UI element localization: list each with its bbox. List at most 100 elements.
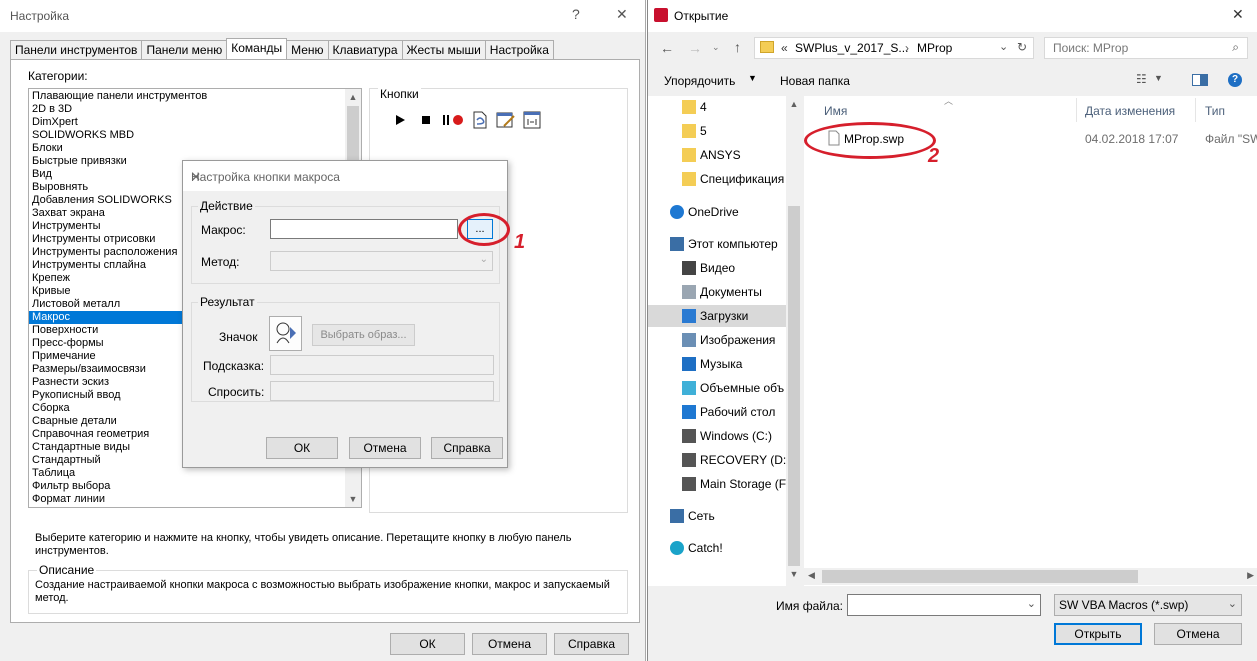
category-item[interactable]: Таблица [29, 467, 345, 480]
scroll-down-icon[interactable]: ▼ [786, 566, 802, 582]
nav-item[interactable]: 4 [648, 96, 786, 118]
file-hscrollbar[interactable]: ◀ ▶ [804, 568, 1257, 585]
tab-commands[interactable]: Команды [226, 38, 288, 59]
category-item[interactable]: Формат линии [29, 493, 345, 506]
scroll-up-icon[interactable]: ▲ [786, 96, 802, 112]
macro-ok-button[interactable]: ОК [266, 437, 338, 459]
nav-item[interactable]: Catch! [648, 537, 786, 559]
help-icon[interactable]: ? [572, 6, 580, 22]
nav-item[interactable]: Этот компьютер [648, 233, 786, 255]
column-name[interactable]: Имя [824, 104, 847, 118]
help-button[interactable]: Справка [554, 633, 629, 655]
column-divider[interactable] [1076, 98, 1077, 122]
organize-button[interactable]: Упорядочить [664, 74, 735, 88]
tab-keyboard[interactable]: Клавиатура [327, 40, 403, 59]
nav-item[interactable]: Рабочий стол [648, 401, 786, 423]
prompt-field[interactable] [270, 381, 494, 401]
chevron-down-icon[interactable]: ⌄ [999, 40, 1008, 53]
search-icon[interactable]: ⌕ [1232, 40, 1239, 55]
nav-item[interactable]: Windows (C:) [648, 425, 786, 447]
close-icon[interactable]: ✕ [616, 6, 628, 23]
choose-image-button[interactable]: Выбрать образ... [312, 324, 415, 346]
column-type[interactable]: Тип [1205, 104, 1225, 118]
breadcrumb-parent[interactable]: SWPlus_v_2017_S... [795, 41, 908, 55]
refresh-icon[interactable]: ↻ [1017, 40, 1027, 54]
icon-preview[interactable] [269, 316, 302, 351]
chevron-down-icon[interactable]: ▼ [1154, 73, 1163, 83]
open-dialog-titlebar: Открытие ✕ [648, 0, 1257, 32]
tab-mouse-gestures[interactable]: Жесты мыши [401, 40, 486, 59]
tab-toolbars[interactable]: Панели инструментов [10, 40, 143, 59]
nav-item[interactable]: RECOVERY (D:) [648, 449, 790, 471]
nav-item[interactable]: Загрузки [648, 305, 786, 327]
new-folder-button[interactable]: Новая папка [780, 74, 850, 88]
nav-item[interactable]: Сеть [648, 505, 786, 527]
nav-item[interactable]: Музыка [648, 353, 786, 375]
breadcrumb-back[interactable]: « [781, 41, 788, 55]
navigation-pane[interactable]: 4 5 ANSYS Спецификация OneDrive Этот компьюте… [648, 96, 802, 586]
instruction-text: Выберите категорию и нажмите на кнопку, … [35, 532, 572, 557]
breadcrumb-current[interactable]: MProp [917, 41, 952, 55]
filename-input[interactable]: ⌄ [847, 594, 1041, 616]
tab-menus[interactable]: Меню [286, 40, 329, 59]
view-options-icon[interactable]: ☷ [1136, 72, 1147, 86]
nav-item[interactable]: Документы [648, 281, 786, 303]
nav-item[interactable]: ANSYS [648, 144, 786, 166]
category-item[interactable]: DimXpert [29, 116, 345, 129]
pause-record-icon[interactable] [440, 111, 466, 129]
open-button[interactable]: Открыть [1054, 623, 1142, 645]
scroll-right-icon[interactable]: ▶ [1247, 570, 1254, 581]
scroll-left-icon[interactable]: ◀ [808, 570, 815, 581]
scroll-down-icon[interactable]: ▼ [345, 491, 361, 507]
help-icon[interactable]: ? [1228, 73, 1242, 87]
address-bar[interactable]: « SWPlus_v_2017_S... › MProp ⌄ ↻ [754, 37, 1034, 59]
cancel-button[interactable]: Отмена [472, 633, 547, 655]
nav-item[interactable]: Спецификация [648, 168, 786, 190]
method-select[interactable]: ⌄ [270, 251, 493, 271]
scroll-up-icon[interactable]: ▲ [345, 89, 361, 105]
custom-macro-icon[interactable] [522, 111, 542, 129]
nav-item[interactable]: 5 [648, 120, 786, 142]
edit-macro-icon[interactable] [496, 111, 516, 129]
column-divider[interactable] [1195, 98, 1196, 122]
nav-item[interactable]: Видео [648, 257, 786, 279]
new-macro-icon[interactable] [470, 111, 490, 129]
preview-pane-icon[interactable] [1192, 74, 1208, 86]
filetype-select[interactable]: SW VBA Macros (*.swp) ⌄ [1054, 594, 1242, 616]
category-item[interactable]: Фильтр выбора [29, 480, 345, 493]
category-item[interactable]: SOLIDWORKS MBD [29, 129, 345, 142]
run-macro-icon[interactable] [390, 111, 410, 129]
nav-item[interactable]: Main Storage (F: [648, 473, 789, 495]
tab-menubars[interactable]: Панели меню [141, 40, 228, 59]
forward-arrow-icon[interactable]: → [688, 40, 702, 56]
search-input[interactable]: Поиск: MProp [1053, 41, 1128, 55]
tab-customization[interactable]: Настройка [484, 40, 554, 59]
stop-macro-icon[interactable] [416, 111, 436, 129]
category-item[interactable]: Плавающие панели инструментов [29, 90, 345, 103]
macro-help-button[interactable]: Справка [431, 437, 503, 459]
chevron-down-icon[interactable]: ⌄ [1027, 597, 1036, 610]
category-item[interactable]: Блоки [29, 142, 345, 155]
nav-item[interactable]: OneDrive [648, 201, 786, 223]
macro-field[interactable] [270, 219, 458, 239]
nav-item[interactable]: Объемные объ [648, 377, 786, 399]
search-box[interactable]: Поиск: MProp ⌕ [1044, 37, 1248, 59]
nav-scrollbar[interactable]: ▲ ▼ [786, 96, 802, 586]
ok-button[interactable]: ОК [390, 633, 465, 655]
recent-chevron-icon[interactable]: ⌄ [712, 42, 720, 53]
nav-item-label: Windows (C:) [700, 429, 773, 443]
file-list[interactable]: ︿ Имя Дата изменения Тип MProp.swp 04.02… [804, 96, 1257, 586]
back-arrow-icon[interactable]: ← [660, 40, 674, 56]
category-item[interactable]: 2D в 3D [29, 103, 345, 116]
scroll-thumb[interactable] [822, 570, 1138, 583]
scroll-thumb[interactable] [788, 206, 800, 566]
tooltip-field[interactable] [270, 355, 494, 375]
description-group: Описание Создание настраиваемой кнопки м… [28, 563, 628, 614]
close-icon[interactable]: ✕ [191, 170, 497, 184]
up-arrow-icon[interactable]: ↑ [734, 39, 741, 55]
cancel-button[interactable]: Отмена [1154, 623, 1242, 645]
macro-cancel-button[interactable]: Отмена [349, 437, 421, 459]
nav-item[interactable]: Изображения [648, 329, 786, 351]
column-modified[interactable]: Дата изменения [1085, 104, 1175, 118]
close-icon[interactable]: ✕ [1232, 6, 1244, 23]
